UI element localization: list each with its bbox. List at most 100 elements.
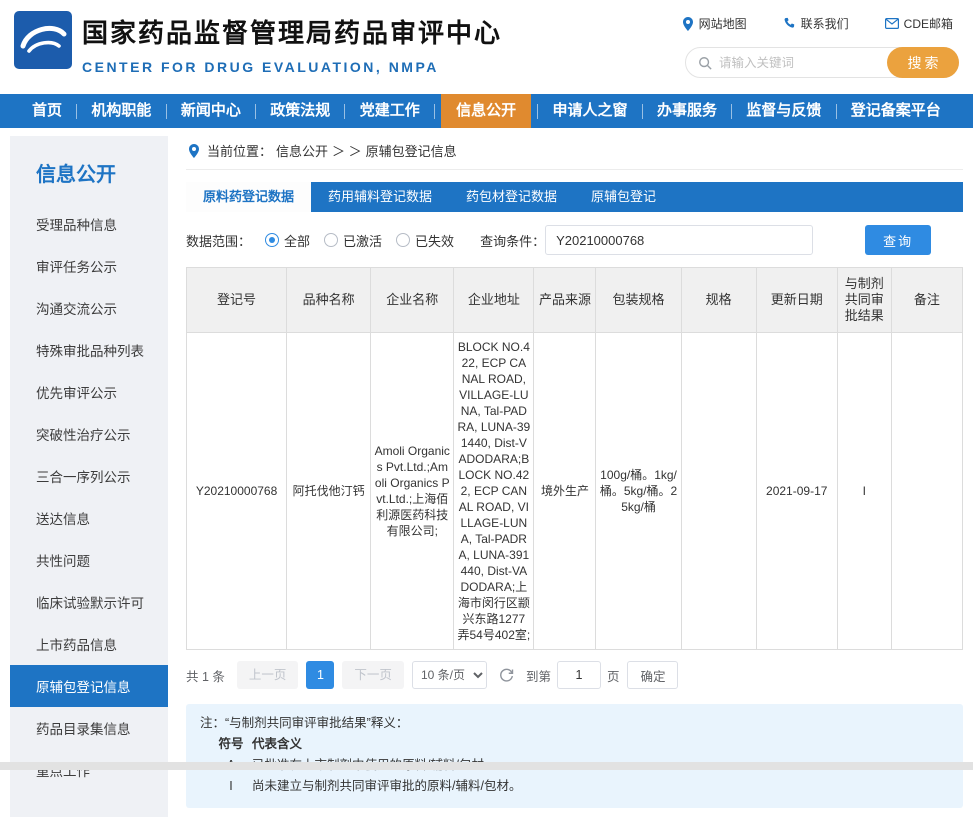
th-company-name: 企业名称 (371, 268, 454, 333)
sidebar-item-communication[interactable]: 沟通交流公示 (10, 287, 168, 329)
scope-label: 数据范围： (186, 231, 251, 250)
cell-packaging-spec: 100g/桶。1kg/桶。5kg/桶。25kg/桶 (596, 333, 681, 650)
th-joint-review-result: 与制剂共同审批结果 (837, 268, 891, 333)
breadcrumb-prefix: 当前位置： (207, 141, 272, 160)
th-company-address: 企业地址 (454, 268, 534, 333)
nav-item-policies[interactable]: 政策法规 (262, 94, 338, 128)
main-nav: 首页 机构职能 新闻中心 政策法规 党建工作 信息公开 申请人之窗 办事服务 监… (0, 94, 973, 128)
goto-page-input[interactable] (557, 661, 601, 689)
sidebar-item-breakthrough-therapy[interactable]: 突破性治疗公示 (10, 413, 168, 455)
nav-item-registration-platform[interactable]: 登记备案平台 (843, 94, 949, 128)
sidebar-item-raw-excipient-packaging[interactable]: 原辅包登记信息 (10, 665, 168, 707)
cell-joint-review-result: I (837, 333, 891, 650)
radio-all[interactable]: 全部 (265, 231, 310, 250)
cell-registration-no: Y20210000768 (187, 333, 287, 650)
query-label: 查询条件： (480, 231, 545, 250)
page-number-1[interactable]: 1 (306, 661, 334, 689)
radio-expired[interactable]: 已失效 (396, 231, 454, 250)
location-pin-icon (188, 144, 200, 158)
contact-link-label: 联系我们 (801, 15, 849, 32)
nav-item-news[interactable]: 新闻中心 (173, 94, 249, 128)
search-button[interactable]: 搜索 (887, 47, 959, 78)
tab-packaging-material-data[interactable]: 药包材登记数据 (449, 182, 574, 212)
cell-remarks (891, 333, 962, 650)
sidebar-item-review-tasks[interactable]: 审评任务公示 (10, 245, 168, 287)
cell-spec (681, 333, 756, 650)
th-remarks: 备注 (891, 268, 962, 333)
mailbox-link[interactable]: CDE邮箱 (885, 15, 953, 32)
mailbox-link-label: CDE邮箱 (904, 15, 953, 32)
sidebar-item-delivery-info[interactable]: 送达信息 (10, 497, 168, 539)
page-size-select[interactable]: 10 条/页 (412, 661, 487, 689)
registration-table: 登记号 品种名称 企业名称 企业地址 产品来源 包装规格 规格 更新日期 与制剂… (186, 267, 963, 650)
quick-links: 网站地图 联系我们 CDE邮箱 (682, 15, 953, 32)
nav-item-home[interactable]: 首页 (24, 94, 70, 128)
sidebar-item-three-in-one[interactable]: 三合一序列公示 (10, 455, 168, 497)
note-box: 注：“与制剂共同审评审批结果”释义： 符号 代表含义 A 已批准在上市制剂中使用… (186, 704, 963, 808)
brand: 国家药品监督管理局药品审评中心 CENTER FOR DRUG EVALUATI… (82, 13, 502, 75)
nav-item-services[interactable]: 办事服务 (649, 94, 725, 128)
sidebar-item-accepted-varieties[interactable]: 受理品种信息 (10, 203, 168, 245)
nav-item-supervision-feedback[interactable]: 监督与反馈 (738, 94, 829, 128)
sidebar-item-special-approval-list[interactable]: 特殊审批品种列表 (10, 329, 168, 371)
search-icon (698, 56, 712, 70)
next-page-button[interactable]: 下一页 (342, 661, 404, 689)
search-input[interactable] (719, 56, 887, 70)
radio-unselected-icon (324, 233, 338, 247)
nav-divider (434, 104, 435, 119)
sidebar-item-key-work[interactable]: 重点工作 (10, 749, 168, 791)
cell-update-date: 2021-09-17 (756, 333, 837, 650)
table-row: Y20210000768 阿托伐他汀钙 Amoli Organics Pvt.L… (187, 333, 963, 650)
th-update-date: 更新日期 (756, 268, 837, 333)
refresh-icon[interactable] (499, 668, 514, 683)
cell-company-name: Amoli Organics Pvt.Ltd.;Amoli Organics P… (371, 333, 454, 650)
mail-icon (885, 18, 899, 29)
th-product-source: 产品来源 (534, 268, 596, 333)
nav-item-applicant-window[interactable]: 申请人之窗 (545, 94, 636, 128)
query-button[interactable]: 查询 (865, 225, 931, 255)
tab-raw-excipient-packaging[interactable]: 原辅包登记 (574, 182, 673, 212)
nav-divider (836, 104, 837, 119)
note-header-row: 符号 代表含义 (200, 734, 949, 755)
sitemap-link[interactable]: 网站地图 (682, 15, 747, 32)
main-content: 当前位置： 信息公开 ＞ ＞ 原辅包登记信息 原料药登记数据 药用辅料登记数据 … (186, 136, 963, 808)
table-header-row: 登记号 品种名称 企业名称 企业地址 产品来源 包装规格 规格 更新日期 与制剂… (187, 268, 963, 333)
th-registration-no: 登记号 (187, 268, 287, 333)
nav-item-functions[interactable]: 机构职能 (83, 94, 159, 128)
sitemap-link-label: 网站地图 (699, 15, 747, 32)
tabbar: 原料药登记数据 药用辅料登记数据 药包材登记数据 原辅包登记 (186, 182, 963, 212)
radio-expired-label: 已失效 (415, 231, 454, 250)
confirm-button[interactable]: 确定 (627, 661, 678, 689)
breadcrumb-link-info-disclosure[interactable]: 信息公开 (276, 141, 328, 160)
sidebar-item-common-issues[interactable]: 共性问题 (10, 539, 168, 581)
sidebar-item-priority-review[interactable]: 优先审评公示 (10, 371, 168, 413)
sidebar-item-marketed-drugs[interactable]: 上市药品信息 (10, 623, 168, 665)
map-pin-icon (682, 17, 694, 31)
nav-item-party-building[interactable]: 党建工作 (352, 94, 428, 128)
breadcrumb-current[interactable]: 原辅包登记信息 (366, 141, 457, 160)
cell-variety-name: 阿托伐他汀钙 (287, 333, 371, 650)
th-packaging-spec: 包装规格 (596, 268, 681, 333)
nav-item-info-disclosure[interactable]: 信息公开 (441, 94, 531, 128)
nav-divider (255, 104, 256, 119)
prev-page-button[interactable]: 上一页 (237, 661, 299, 689)
sidebar-item-clinical-trial-implied-license[interactable]: 临床试验默示许可 (10, 581, 168, 623)
radio-activated[interactable]: 已激活 (324, 231, 382, 250)
tab-excipient-data[interactable]: 药用辅料登记数据 (311, 182, 449, 212)
note-meaning-i: 尚未建立与制剂共同审评审批的原料/辅料/包材。 (252, 776, 521, 797)
query-input[interactable] (545, 225, 813, 255)
cell-product-source: 境外生产 (534, 333, 596, 650)
site-header: 国家药品监督管理局药品审评中心 CENTER FOR DRUG EVALUATI… (0, 0, 973, 94)
radio-unselected-icon (396, 233, 410, 247)
radio-activated-label: 已激活 (343, 231, 382, 250)
note-col-symbol: 符号 (210, 734, 252, 755)
footer-strip (0, 762, 973, 770)
note-row-i: I 尚未建立与制剂共同审评审批的原料/辅料/包材。 (200, 776, 949, 797)
cde-logo (14, 11, 72, 69)
nav-divider (344, 104, 345, 119)
radio-all-label: 全部 (284, 231, 310, 250)
sidebar-item-drug-catalog[interactable]: 药品目录集信息 (10, 707, 168, 749)
contact-link[interactable]: 联系我们 (783, 15, 849, 32)
tab-raw-material-data[interactable]: 原料药登记数据 (186, 182, 311, 212)
page: 国家药品监督管理局药品审评中心 CENTER FOR DRUG EVALUATI… (0, 0, 973, 817)
